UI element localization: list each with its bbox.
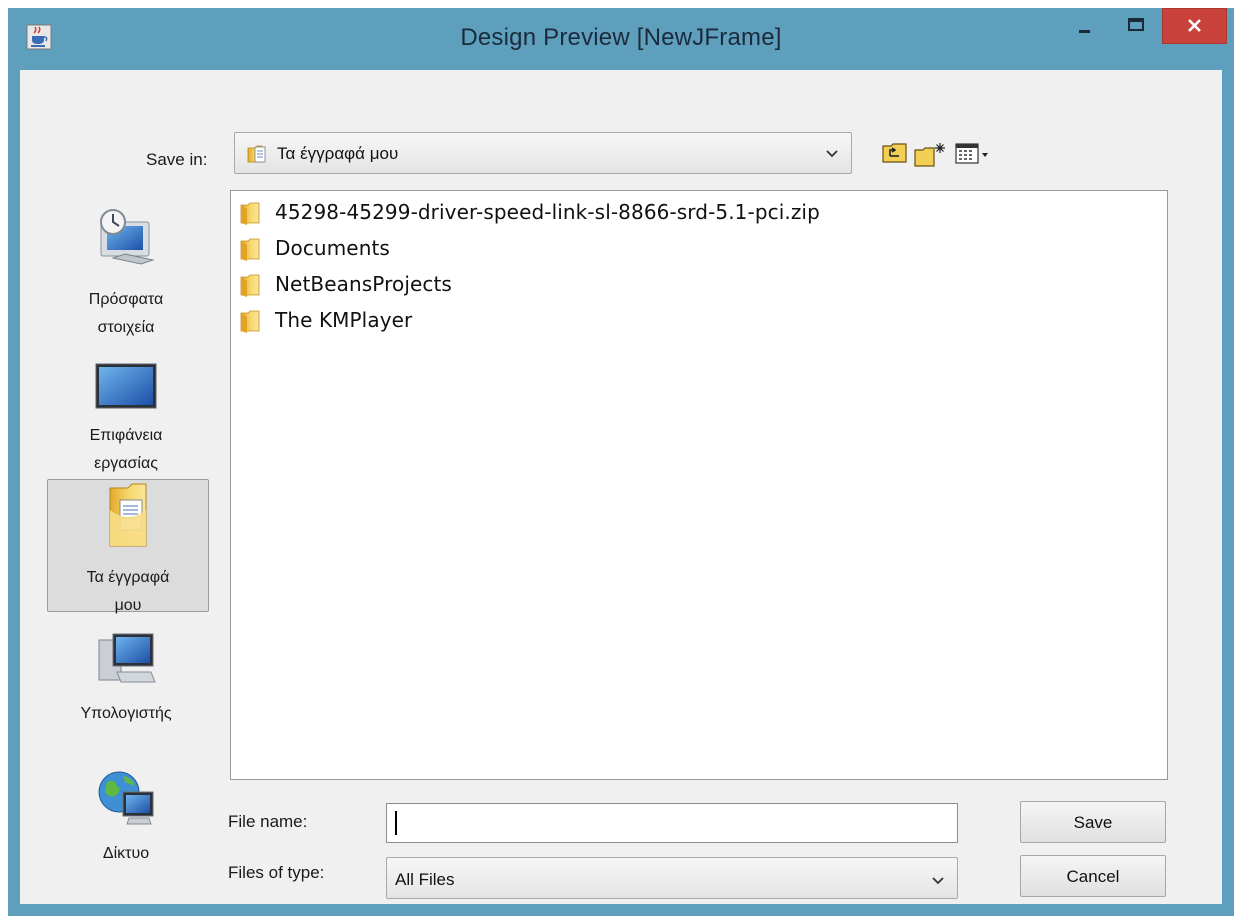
save-in-combo[interactable]: Τα έγγραφά μου	[234, 132, 852, 174]
desktop-icon	[46, 346, 206, 422]
folder-icon	[239, 237, 263, 266]
file-name-input[interactable]	[386, 803, 958, 843]
documents-folder-icon	[247, 143, 269, 170]
file-name: 45298-45299-driver-speed-link-sl-8866-sr…	[275, 200, 820, 224]
place-label: Πρόσφατα	[88, 291, 164, 308]
dialog-window: Design Preview [NewJFrame] Save in: Τα έ…	[8, 8, 1234, 916]
save-in-label: Save in:	[146, 150, 208, 169]
folder-icon	[239, 273, 263, 302]
files-of-type-combo[interactable]: All Files	[386, 857, 958, 899]
close-button[interactable]	[1162, 8, 1227, 44]
place-desktop[interactable]: Επιφάνεια εργασίας	[46, 346, 206, 486]
file-name: Documents	[275, 236, 390, 260]
files-of-type-value: All Files	[395, 870, 455, 889]
place-network[interactable]: Δίκτυο	[46, 768, 206, 888]
file-name: NetBeansProjects	[275, 272, 452, 296]
view-menu-icon[interactable]	[955, 142, 991, 171]
list-item[interactable]: NetBeansProjects	[239, 269, 1139, 301]
save-in-value: Τα έγγραφά μου	[277, 144, 399, 163]
save-button[interactable]: Save	[1020, 801, 1166, 843]
text-caret	[395, 811, 397, 835]
places-bar: Πρόσφατα στοιχεία Επιφάνεια εργασίας Τα …	[46, 194, 210, 896]
place-label-line-2: μου	[114, 597, 142, 614]
close-icon	[1163, 19, 1226, 47]
window-title: Design Preview [NewJFrame]	[460, 24, 782, 51]
list-item[interactable]: Documents	[239, 233, 1139, 265]
place-computer[interactable]: Υπολογιστής	[46, 628, 206, 748]
maximize-icon	[1110, 18, 1162, 50]
place-label: Τα έγγραφά	[86, 569, 170, 586]
minimize-icon	[1060, 30, 1110, 50]
place-my-documents[interactable]: Τα έγγραφά μου	[47, 479, 209, 614]
place-label: Επιφάνεια	[89, 427, 163, 444]
dialog-content: Save in: Τα έγγραφά μου Πρόσφατα στοιχεί…	[20, 70, 1222, 904]
recent-items-icon	[46, 204, 206, 286]
minimize-button[interactable]	[1060, 8, 1110, 46]
place-label-line-2: στοιχεία	[97, 319, 155, 336]
chevron-down-icon	[825, 145, 839, 166]
my-documents-icon	[48, 480, 208, 564]
maximize-button[interactable]	[1110, 8, 1162, 46]
file-list[interactable]: 45298-45299-driver-speed-link-sl-8866-sr…	[230, 190, 1168, 780]
files-of-type-label: Files of type:	[228, 863, 325, 882]
folder-icon	[239, 309, 263, 338]
file-name-label: File name:	[228, 812, 308, 831]
list-item[interactable]: 45298-45299-driver-speed-link-sl-8866-sr…	[239, 197, 1139, 229]
place-recent-items[interactable]: Πρόσφατα στοιχεία	[46, 204, 206, 344]
computer-icon	[46, 628, 206, 700]
up-one-level-icon[interactable]	[882, 142, 908, 169]
place-label-line-2: εργασίας	[94, 455, 158, 472]
place-label: Δίκτυο	[102, 845, 150, 862]
list-item[interactable]: The KMPlayer	[239, 305, 1139, 337]
file-name: The KMPlayer	[275, 308, 413, 332]
folder-icon	[239, 201, 263, 230]
chevron-down-icon	[931, 872, 945, 893]
title-bar[interactable]: Design Preview [NewJFrame]	[8, 8, 1234, 70]
create-new-folder-icon[interactable]	[914, 142, 948, 173]
place-label: Υπολογιστής	[80, 705, 172, 722]
network-icon	[46, 768, 206, 840]
cancel-button[interactable]: Cancel	[1020, 855, 1166, 897]
